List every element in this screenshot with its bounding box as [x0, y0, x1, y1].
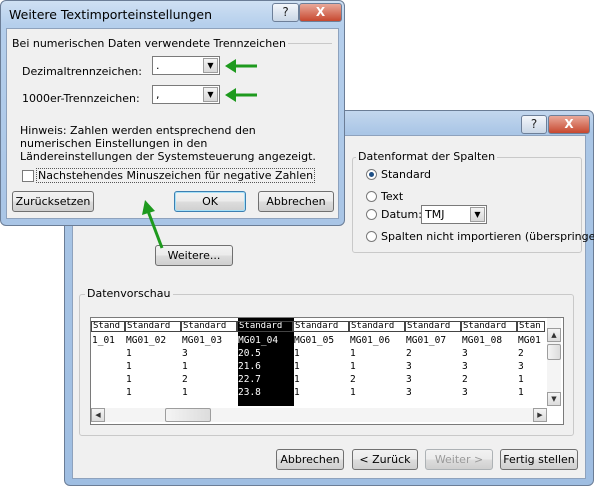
annotation-arrows — [142, 59, 257, 249]
